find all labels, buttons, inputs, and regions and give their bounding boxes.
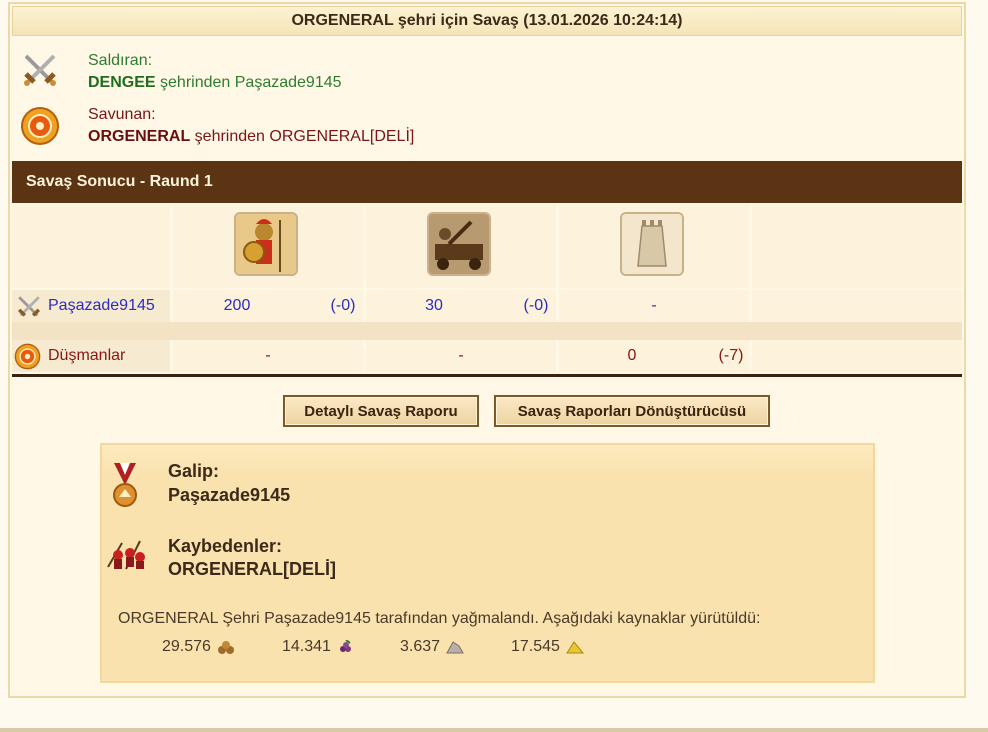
- battle-title-text: ORGENERAL şehri için Savaş (13.01.2026 1…: [291, 12, 683, 29]
- unit-header-empty: [12, 205, 170, 288]
- defender-role-label: Savunan:: [88, 106, 156, 123]
- defender-origin: ORGENERAL şehrinden ORGENERAL[DELİ]: [88, 126, 414, 148]
- unit-column-1: [173, 205, 363, 288]
- enemy-cell-1: -: [173, 340, 363, 372]
- unit-column-empty: [752, 205, 962, 288]
- enemy-cell-empty: [752, 340, 962, 372]
- defender-section: Savunan: ORGENERAL şehrinden ORGENERAL[D…: [12, 100, 962, 160]
- winner-name[interactable]: Paşazade9145: [168, 483, 290, 507]
- unit-loss: (-0): [330, 297, 356, 314]
- attacker-cell-empty: [752, 290, 962, 322]
- battle-result-box: Galip: Paşazade9145 Kaybedenler: ORGENER…: [100, 443, 875, 683]
- shield-icon: [14, 343, 41, 370]
- attacker-cell-2: 30 (-0): [366, 290, 556, 322]
- unit-count: -: [265, 347, 271, 364]
- resource-wine: 14.341: [282, 638, 356, 656]
- resource-wood: 29.576: [162, 638, 236, 656]
- resource-value: 29.576: [162, 638, 211, 655]
- marble-icon: [446, 641, 464, 654]
- resource-marble: 3.637: [400, 638, 465, 656]
- resource-value: 3.637: [400, 638, 441, 655]
- wood-icon: [217, 641, 234, 654]
- report-converter-button[interactable]: Savaş Raporları Dönüştürücüsü: [494, 395, 770, 427]
- resource-sulfur: 17.545: [511, 638, 585, 656]
- enemy-cell-2: -: [366, 340, 556, 372]
- attacker-row-player[interactable]: Paşazade9145: [48, 297, 155, 315]
- losers-label: Kaybedenler:: [168, 536, 283, 556]
- crossed-swords-icon: [17, 296, 41, 317]
- row-spacer: [12, 322, 962, 340]
- round-title: Savaş Sonucu - Raund 1: [26, 173, 213, 190]
- attacker-unit-row: Paşazade9145 200 (-0) 30 (-0) -: [12, 290, 962, 322]
- attacker-city-link[interactable]: DENGEE: [88, 74, 156, 91]
- losers-name[interactable]: ORGENERAL[DELİ]: [168, 557, 336, 581]
- resource-value: 17.545: [511, 638, 560, 655]
- resource-value: 14.341: [282, 638, 331, 655]
- defender-player-link[interactable]: ORGENERAL[DELİ]: [269, 128, 414, 145]
- wall-unit-icon[interactable]: [620, 212, 684, 276]
- winner-label: Galip:: [168, 461, 220, 481]
- page-bottom-border: [0, 728, 988, 732]
- attacker-section: Saldıran: DENGEE şehrinden Paşazade9145: [12, 40, 962, 100]
- unit-column-3: [559, 205, 749, 288]
- unit-column-2: [366, 205, 556, 288]
- attacker-origin-middle: şehrinden: [155, 74, 235, 91]
- defender-origin-middle: şehrinden: [190, 128, 270, 145]
- attacker-cell-1: 200 (-0): [173, 290, 363, 322]
- table-divider: [12, 374, 962, 377]
- attacker-origin: DENGEE şehrinden Paşazade9145: [88, 72, 342, 94]
- crossed-swords-icon: [24, 54, 56, 86]
- unit-count: 30: [425, 297, 443, 314]
- detailed-report-button[interactable]: Detaylı Savaş Raporu: [283, 395, 479, 427]
- battle-title: ORGENERAL şehri için Savaş (13.01.2026 1…: [12, 6, 962, 36]
- enemy-cell-3: 0 (-7): [559, 340, 749, 372]
- unit-loss: (-0): [523, 297, 549, 314]
- attacker-row-label-cell: Paşazade9145: [12, 290, 170, 322]
- enemy-unit-row: Düşmanlar - - 0 (-7): [12, 340, 962, 372]
- medal-icon: [113, 463, 137, 507]
- unit-header-row: [12, 203, 962, 290]
- unit-count: 0: [627, 347, 637, 364]
- unit-loss: (-7): [718, 347, 744, 364]
- catapult-unit-icon[interactable]: [427, 212, 491, 276]
- sulfur-icon: [566, 641, 584, 654]
- unit-count: -: [651, 297, 657, 314]
- attacker-player-link[interactable]: Paşazade9145: [235, 74, 342, 91]
- defender-city-link[interactable]: ORGENERAL: [88, 128, 190, 145]
- plunder-text: ORGENERAL Şehri Paşazade9145 tarafından …: [118, 610, 761, 627]
- attacker-role-label: Saldıran:: [88, 52, 153, 69]
- unit-count: -: [458, 347, 464, 364]
- defeated-army-icon: [107, 540, 145, 570]
- enemy-row-label-cell: Düşmanlar: [12, 340, 170, 372]
- unit-count: 200: [223, 297, 251, 314]
- hoplite-unit-icon[interactable]: [234, 212, 298, 276]
- attacker-cell-3: -: [559, 290, 749, 322]
- enemy-row-label: Düşmanlar: [48, 347, 126, 364]
- round-header: Savaş Sonucu - Raund 1: [12, 161, 962, 203]
- wine-icon: [339, 640, 351, 652]
- shield-icon: [21, 107, 59, 145]
